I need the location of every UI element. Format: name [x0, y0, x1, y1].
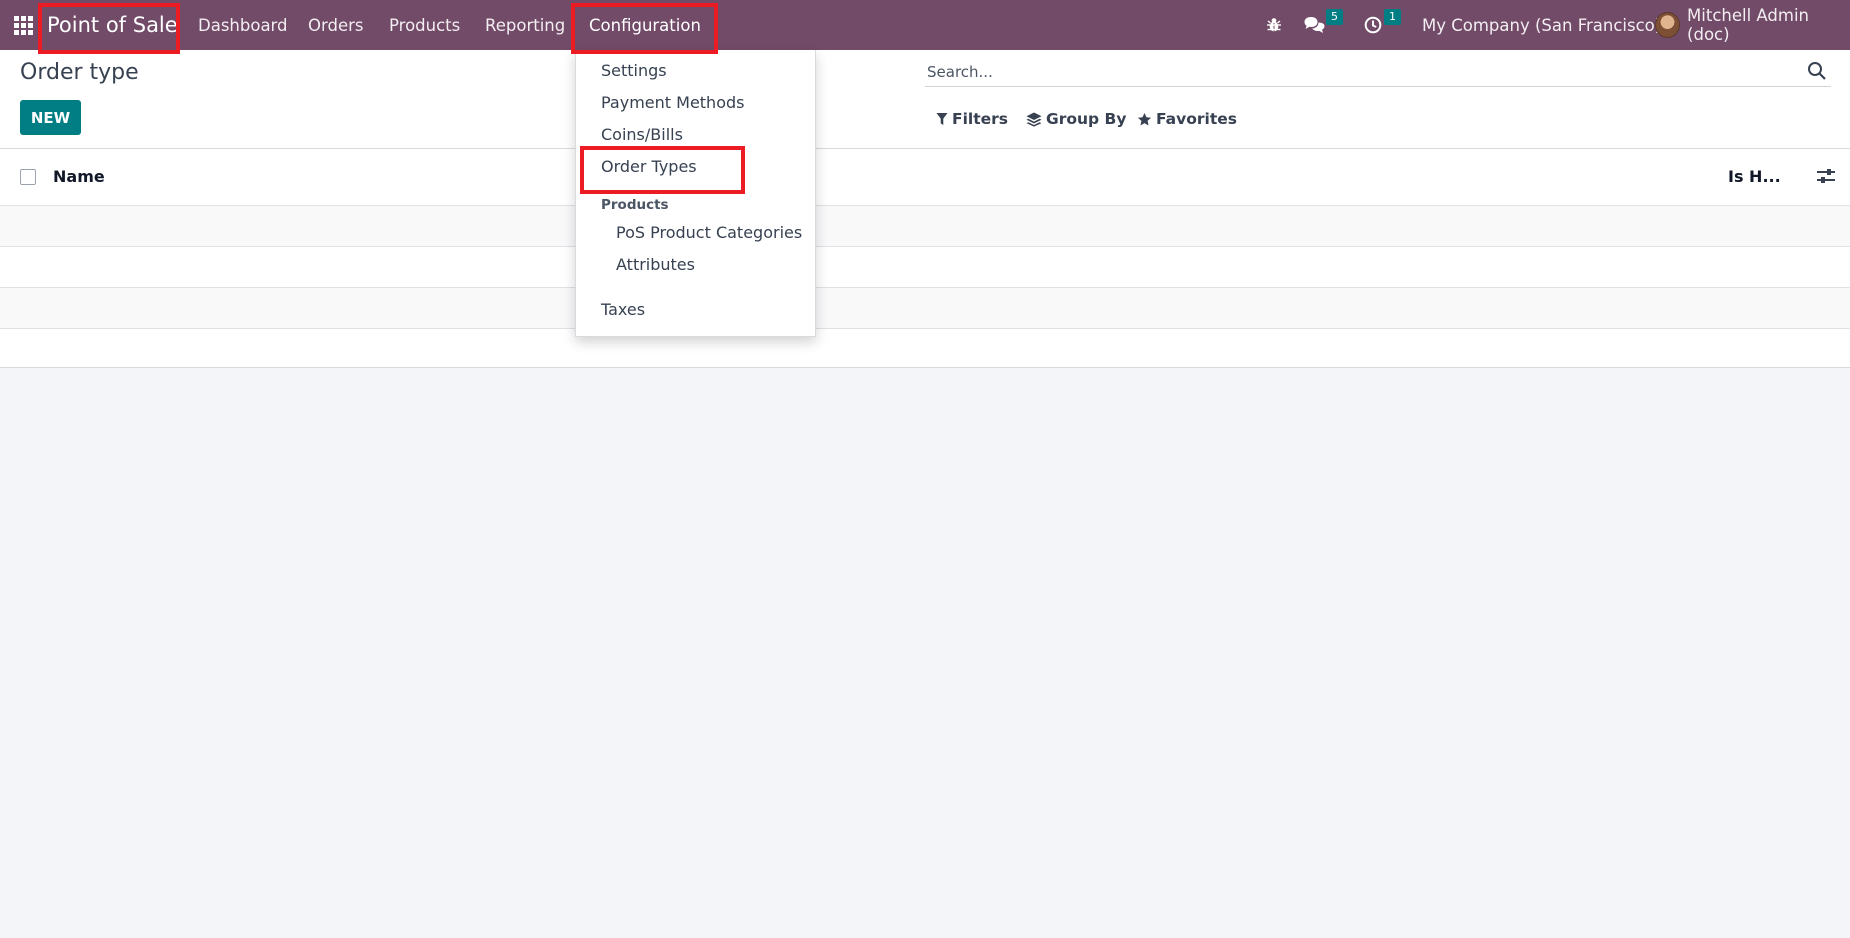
menu-item-taxes[interactable]: Taxes	[601, 300, 645, 319]
group-by-label: Group By	[1046, 110, 1127, 128]
app-menu-icon[interactable]	[12, 0, 34, 50]
menu-item-attributes[interactable]: Attributes	[616, 255, 695, 274]
star-icon	[1137, 112, 1152, 125]
messages-chat-icon[interactable]	[1304, 0, 1326, 50]
table-row	[0, 247, 1850, 288]
layers-icon	[1026, 112, 1042, 127]
search-input[interactable]	[927, 60, 1787, 84]
menu-item-payment-methods[interactable]: Payment Methods	[601, 93, 744, 112]
column-header-is-h[interactable]: Is H...	[1728, 167, 1781, 186]
activities-clock-icon[interactable]	[1364, 0, 1384, 50]
user-name: Mitchell Admin (doc)	[1687, 6, 1810, 44]
menu-reporting[interactable]: Reporting	[485, 0, 565, 50]
group-by-button[interactable]: Group By	[1026, 106, 1126, 132]
highlight-box-brand	[38, 3, 180, 54]
optional-columns-sliders-icon[interactable]	[1816, 166, 1836, 186]
control-panel: Order type NEW Filters Group By Favorite…	[0, 50, 1850, 149]
table-row	[0, 329, 1850, 369]
filters-button[interactable]: Filters	[936, 106, 1008, 132]
menu-item-coins-bills[interactable]: Coins/Bills	[601, 125, 683, 144]
list-view: Name Is H...	[0, 149, 1850, 368]
menu-item-settings[interactable]: Settings	[601, 61, 667, 80]
favorites-button[interactable]: Favorites	[1137, 106, 1237, 132]
debug-bug-icon[interactable]	[1264, 0, 1284, 50]
favorites-label: Favorites	[1156, 110, 1237, 128]
highlight-box-order-types	[580, 146, 745, 194]
user-avatar	[1655, 12, 1681, 38]
filter-funnel-icon	[936, 113, 948, 125]
list-header: Name Is H...	[0, 149, 1850, 206]
menu-products[interactable]: Products	[389, 0, 460, 50]
highlight-box-configuration	[571, 3, 718, 54]
page-title: Order type	[20, 60, 139, 85]
menu-section-products: Products	[601, 197, 669, 213]
table-row	[0, 206, 1850, 247]
activities-count-badge: 1	[1384, 9, 1401, 25]
new-button[interactable]: NEW	[20, 100, 81, 135]
company-switcher[interactable]: My Company (San Francisco)	[1422, 0, 1661, 50]
search-bar	[925, 58, 1831, 87]
select-all-checkbox[interactable]	[20, 169, 36, 185]
menu-orders[interactable]: Orders	[308, 0, 364, 50]
messages-count-badge: 5	[1326, 9, 1343, 25]
table-row	[0, 288, 1850, 329]
column-header-name[interactable]: Name	[53, 167, 105, 186]
user-menu[interactable]: Mitchell Admin (doc)	[1655, 0, 1850, 50]
filters-label: Filters	[952, 110, 1009, 128]
menu-item-pos-product-categories[interactable]: PoS Product Categories	[616, 223, 802, 242]
menu-dashboard[interactable]: Dashboard	[198, 0, 288, 50]
search-icon[interactable]	[1807, 61, 1827, 81]
top-navbar: Point of Sale Dashboard Orders Products …	[0, 0, 1850, 50]
